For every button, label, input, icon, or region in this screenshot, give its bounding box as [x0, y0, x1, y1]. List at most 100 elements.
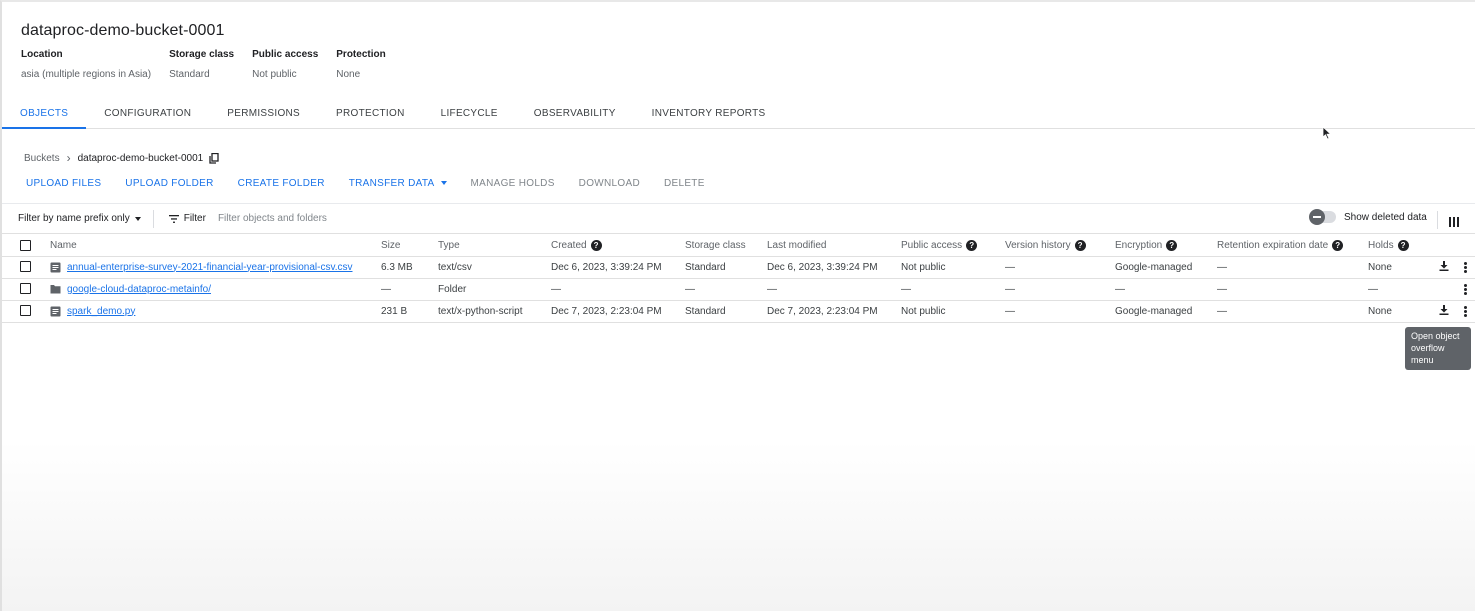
tab-permissions[interactable]: PERMISSIONS [209, 100, 318, 129]
column-display-icon[interactable] [1449, 214, 1459, 232]
more-vert-icon[interactable] [1464, 261, 1467, 274]
help-icon[interactable]: ? [1074, 239, 1086, 251]
tab-lifecycle[interactable]: LIFECYCLE [423, 100, 516, 129]
show-deleted-toggle[interactable] [1309, 209, 1336, 225]
download-icon[interactable] [1439, 260, 1449, 274]
col-holds[interactable]: Holds? [1368, 235, 1428, 257]
meta-label: Storage class [169, 49, 235, 60]
size-cell: 6.3 MB [381, 256, 438, 279]
row-select-cell [2, 256, 50, 279]
download-button[interactable]: DOWNLOAD [579, 178, 640, 189]
meta-public-access: Public access Not public [252, 49, 318, 80]
filter-mode-select[interactable]: Filter by name prefix only [18, 209, 154, 228]
page-title: dataproc-demo-bucket-0001 [21, 22, 225, 39]
mouse-cursor-icon [1322, 126, 1332, 145]
version-history-cell: — [1005, 300, 1115, 323]
row-checkbox[interactable] [20, 305, 31, 317]
caret-down-icon [134, 216, 141, 221]
holds-cell: None [1368, 256, 1428, 279]
object-name-link[interactable]: google-cloud-dataproc-metainfo/ [67, 284, 211, 295]
help-icon[interactable]: ? [590, 239, 602, 251]
storage-class-cell: Standard [685, 256, 767, 279]
help-icon[interactable]: ? [966, 239, 978, 251]
encryption-cell: — [1115, 278, 1217, 301]
row-select-cell [2, 278, 50, 301]
toggle-knob [1309, 209, 1325, 225]
retention-cell: — [1217, 256, 1368, 279]
table-row[interactable]: annual-enterprise-survey-2021-financial-… [2, 256, 1475, 279]
col-last-modified[interactable]: Last modified [767, 235, 901, 257]
download-icon[interactable] [1439, 304, 1449, 318]
holds-cell: — [1368, 278, 1428, 301]
col-public-access[interactable]: Public access? [901, 235, 1005, 257]
version-history-cell: — [1005, 256, 1115, 279]
create-folder-button[interactable]: CREATE FOLDER [238, 178, 325, 189]
object-name-link[interactable]: annual-enterprise-survey-2021-financial-… [67, 262, 353, 273]
table-row[interactable]: google-cloud-dataproc-metainfo/ — Folder… [2, 278, 1475, 301]
select-all-checkbox[interactable] [20, 239, 31, 251]
tab-inventory-reports[interactable]: INVENTORY REPORTS [634, 100, 784, 129]
name-cell: spark_demo.py [50, 300, 381, 323]
caret-down-icon [440, 181, 447, 186]
col-name[interactable]: Name [50, 235, 381, 257]
tab-configuration[interactable]: CONFIGURATION [86, 100, 209, 129]
meta-value: Standard [169, 69, 210, 80]
created-cell: — [551, 278, 685, 301]
upload-folder-button[interactable]: UPLOAD FOLDER [125, 178, 213, 189]
help-icon[interactable]: ? [1397, 239, 1409, 251]
storage-class-cell: Standard [685, 300, 767, 323]
col-created[interactable]: Created? [551, 235, 685, 257]
row-checkbox[interactable] [20, 283, 31, 295]
col-storage-class[interactable]: Storage class [685, 235, 767, 257]
size-cell: 231 B [381, 300, 438, 323]
overflow-menu-tooltip: Open object overflow menu [1405, 327, 1471, 370]
breadcrumb-buckets[interactable]: Buckets [24, 153, 60, 164]
show-deleted-toggle-wrap: Show deleted data [1309, 209, 1427, 225]
holds-cell: None [1368, 300, 1428, 323]
filter-input[interactable] [217, 213, 618, 224]
meta-value: Not public [252, 69, 297, 80]
tab-objects[interactable]: OBJECTS [2, 100, 87, 129]
chevron-right-icon: › [66, 151, 71, 165]
col-public-access-label: Public access [901, 239, 963, 251]
meta-value: asia (multiple regions in Asia) [21, 69, 152, 80]
folder-icon [50, 285, 61, 294]
meta-label: Protection [336, 49, 386, 60]
help-icon[interactable]: ? [1332, 239, 1344, 251]
more-vert-icon[interactable] [1464, 305, 1467, 318]
object-name-link[interactable]: spark_demo.py [67, 306, 135, 317]
row-checkbox[interactable] [20, 261, 31, 273]
col-actions [1428, 235, 1475, 257]
filter-mode-label: Filter by name prefix only [18, 213, 130, 224]
last-modified-cell: Dec 6, 2023, 3:39:24 PM [767, 256, 901, 279]
breadcrumb-current: dataproc-demo-bucket-0001 [77, 152, 204, 164]
bucket-meta: Location asia (multiple regions in Asia)… [21, 49, 404, 80]
last-modified-cell: — [767, 278, 901, 301]
col-type[interactable]: Type [438, 235, 551, 257]
col-size[interactable]: Size [381, 235, 438, 257]
more-vert-icon[interactable] [1464, 283, 1467, 296]
transfer-data-label: TRANSFER DATA [348, 178, 435, 189]
col-version-history[interactable]: Version history? [1005, 235, 1115, 257]
file-icon [50, 262, 61, 272]
meta-location: Location asia (multiple regions in Asia) [21, 49, 151, 80]
help-icon[interactable]: ? [1166, 239, 1178, 251]
col-retention[interactable]: Retention expiration date? [1217, 235, 1368, 257]
filter-label: Filter [183, 213, 206, 224]
transfer-data-button[interactable]: TRANSFER DATA [349, 178, 447, 189]
encryption-cell: Google-managed [1115, 256, 1217, 279]
filter-button[interactable]: Filter [168, 213, 206, 224]
type-cell: Folder [438, 278, 551, 301]
retention-cell: — [1217, 278, 1368, 301]
tab-protection[interactable]: PROTECTION [318, 100, 423, 129]
meta-value: None [336, 69, 361, 80]
tab-observability[interactable]: OBSERVABILITY [516, 100, 634, 129]
row-select-cell [2, 300, 50, 323]
upload-files-button[interactable]: UPLOAD FILES [26, 178, 101, 189]
table-row[interactable]: spark_demo.py 231 B text/x-python-script… [2, 300, 1475, 323]
copy-icon[interactable] [209, 152, 219, 164]
col-encryption[interactable]: Encryption? [1115, 235, 1217, 257]
manage-holds-button[interactable]: MANAGE HOLDS [471, 178, 555, 189]
delete-button[interactable]: DELETE [664, 178, 705, 189]
filter-bar: Filter by name prefix only Filter Show d… [2, 203, 1475, 234]
